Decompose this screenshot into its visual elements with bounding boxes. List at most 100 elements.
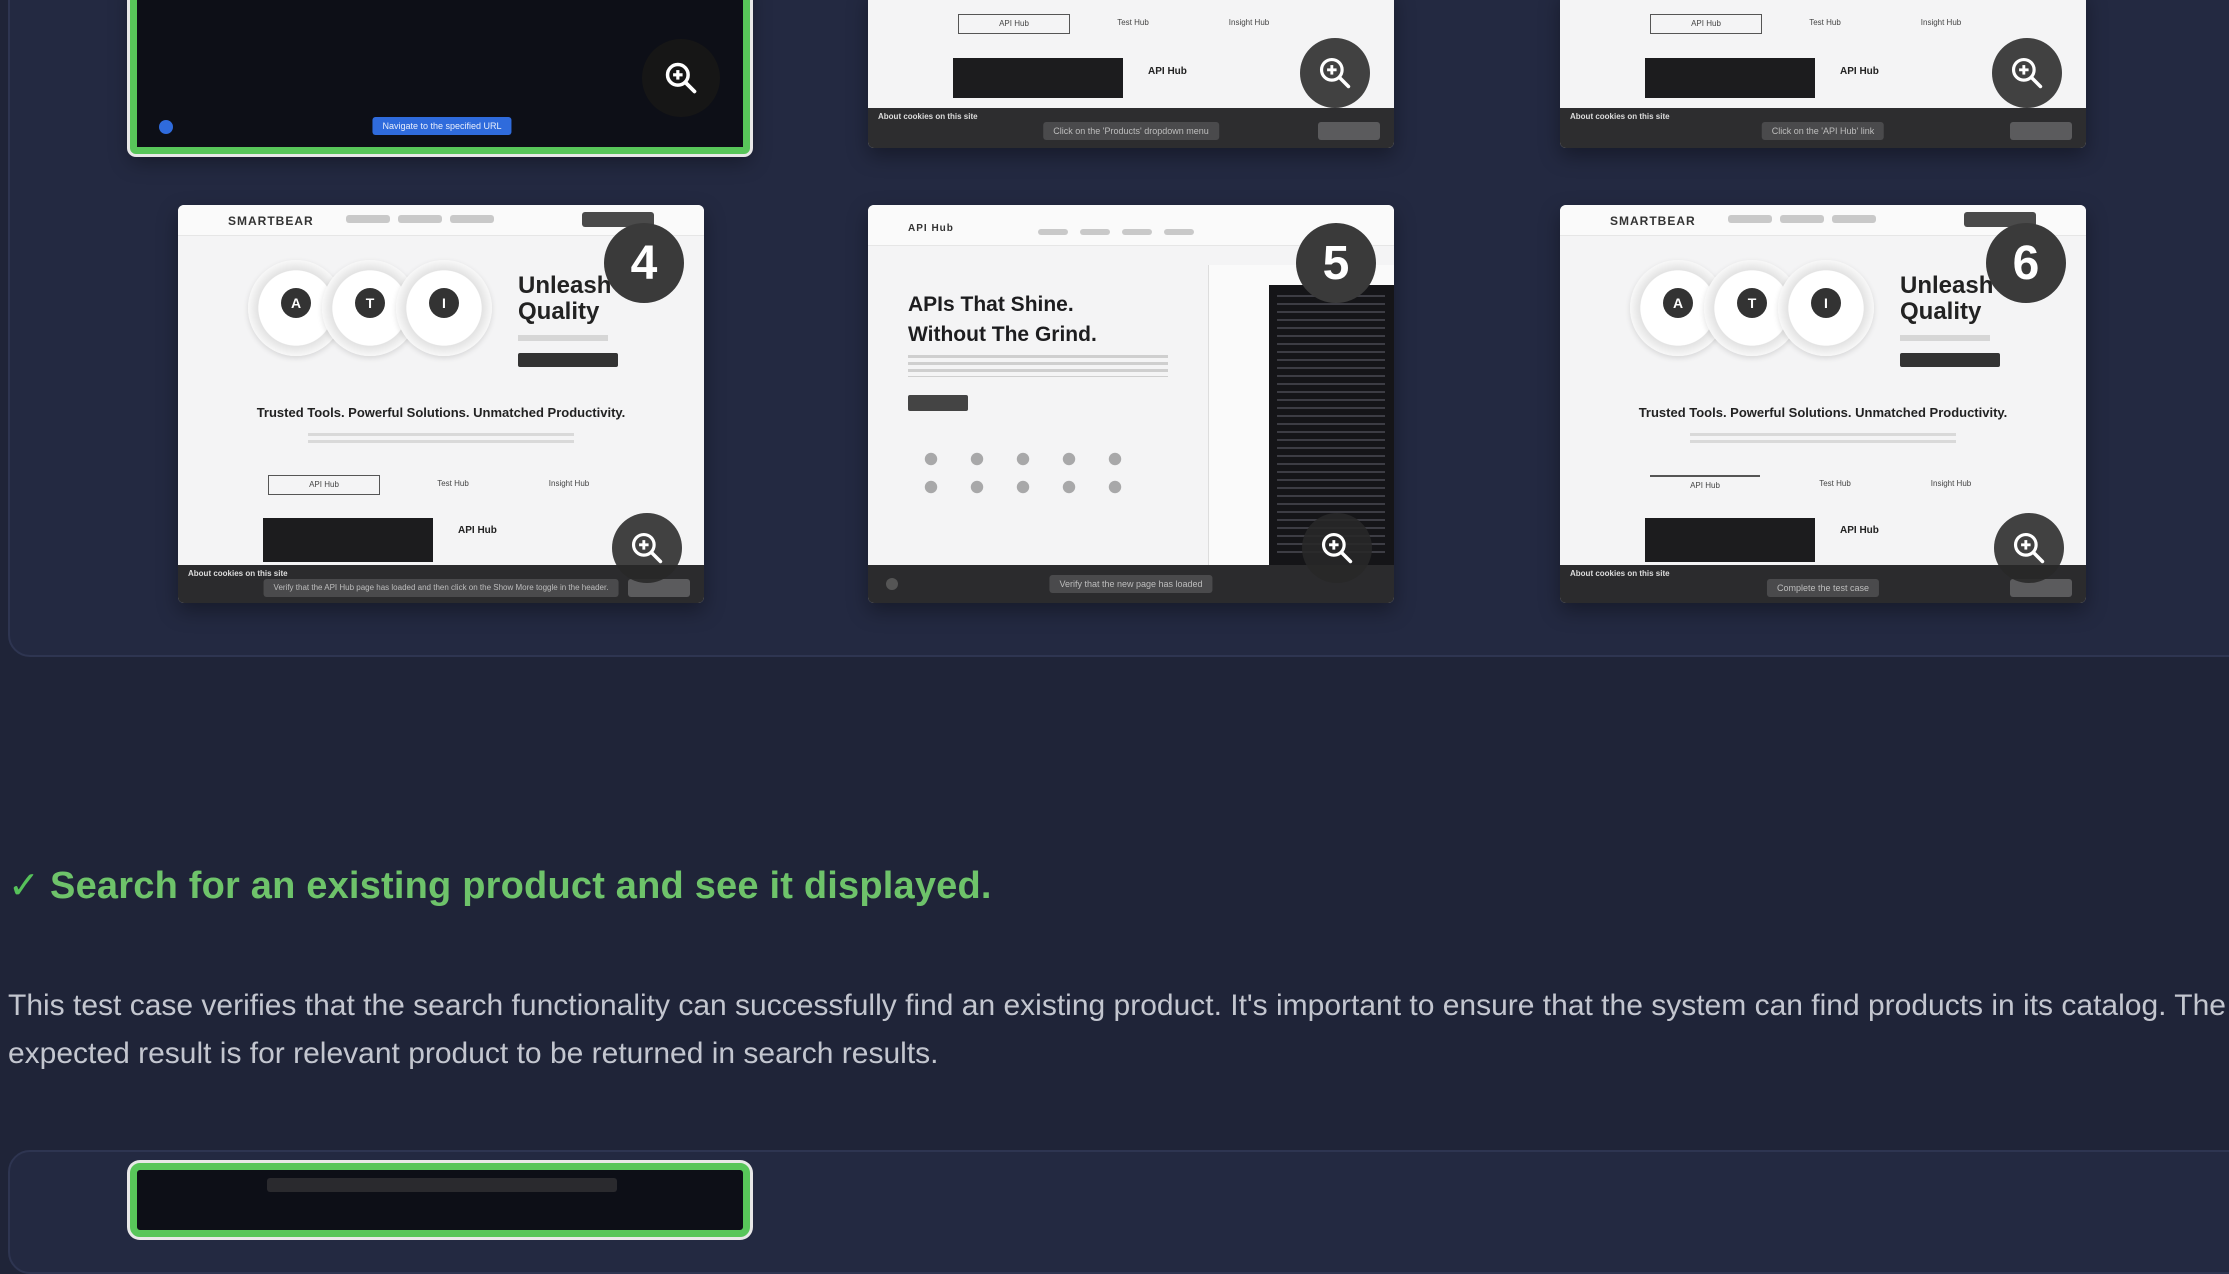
zoom-button[interactable] [1302, 513, 1372, 583]
tab-insight-hub: Insight Hub [1228, 18, 1270, 27]
ring-letter: A [1663, 288, 1693, 318]
preview-image [1645, 518, 1815, 562]
tab-insight-hub: Insight Hub [548, 479, 590, 488]
zoom-in-icon [1319, 57, 1351, 89]
test-case-title-text: Search for an existing product and see i… [50, 865, 992, 907]
nav-item [346, 215, 390, 223]
check-icon: ✓ [8, 865, 41, 907]
zoom-in-icon [631, 532, 663, 564]
step-caption: Verify that the API Hub page has loaded … [263, 579, 619, 597]
zoom-button[interactable] [642, 39, 720, 117]
ring-letter: T [355, 288, 385, 318]
tab-api-hub: API Hub [1650, 475, 1760, 495]
preview-image [1645, 58, 1815, 98]
zoom-in-icon [1321, 532, 1353, 564]
nav-item [450, 215, 494, 223]
test-case-title: ✓ Search for an existing product and see … [8, 863, 992, 908]
zoom-button[interactable] [1992, 38, 2062, 108]
nav-item [1122, 229, 1152, 235]
step-indicator-dot [159, 120, 173, 134]
step-caption: Complete the test case [1766, 579, 1880, 597]
hero-cta-button [518, 353, 618, 367]
site-logo: SMARTBEAR [228, 214, 314, 228]
screenshot-thumbnail-active[interactable] [130, 1163, 750, 1237]
browser-address-bar [267, 1178, 617, 1192]
screenshot-thumbnail-step-6[interactable]: SMARTBEAR A T I Unleash Quality Trusted … [1560, 205, 2086, 603]
nav-item [1080, 229, 1110, 235]
zoom-in-icon [2011, 57, 2043, 89]
ring-letter: A [281, 288, 311, 318]
preview-image [263, 518, 433, 562]
product-tabs: API Hub Test Hub Insight Hub [1650, 14, 1996, 34]
nav-item [1780, 215, 1824, 223]
tab-test-hub: Test Hub [1809, 18, 1841, 27]
tab-test-hub: Test Hub [1819, 479, 1851, 488]
step-caption: Verify that the new page has loaded [1049, 575, 1213, 593]
tab-test-hub: Test Hub [1117, 18, 1149, 27]
api-hub-label: API Hub [1840, 525, 1879, 536]
cookie-banner: About cookies on this site Click on the … [1560, 108, 2086, 148]
hero-title: Unleash Quality [518, 272, 612, 325]
tab-insight-hub: Insight Hub [1930, 479, 1972, 488]
accept-cookies-button[interactable] [2010, 122, 2072, 140]
hero-subtitle [908, 355, 1168, 377]
ring-letter: I [1811, 288, 1841, 318]
step-caption: Navigate to the specified URL [372, 117, 512, 135]
zoom-in-icon [665, 62, 697, 94]
ring-insight-hub: I [396, 260, 492, 356]
hero-cta-button [908, 395, 968, 411]
nav-item [1728, 215, 1772, 223]
nav-item [398, 215, 442, 223]
hero-subtitle [1900, 335, 1990, 341]
tagline: Trusted Tools. Powerful Solutions. Unmat… [1638, 405, 2008, 420]
screenshot-thumbnail-active[interactable]: Navigate to the specified URL [130, 0, 750, 154]
zoom-button[interactable] [1994, 513, 2064, 583]
hero-title: Unleash Quality [1900, 272, 1994, 325]
tagline-body [308, 433, 574, 447]
screenshot-thumbnail[interactable]: API Hub Test Hub Insight Hub API Hub Abo… [1560, 0, 2086, 148]
product-tabs: API Hub Test Hub Insight Hub [268, 475, 614, 495]
accept-cookies-button[interactable] [1318, 122, 1380, 140]
tab-api-hub: API Hub [958, 14, 1070, 34]
tab-api-hub: API Hub [268, 475, 380, 495]
zoom-in-icon [2013, 532, 2045, 564]
product-tabs: API Hub Test Hub Insight Hub [958, 14, 1304, 34]
code-editor-preview [1208, 265, 1394, 565]
cookie-banner: About cookies on this site Click on the … [868, 108, 1394, 148]
step-number-badge: 5 [1296, 223, 1376, 303]
api-hub-label: API Hub [1840, 66, 1879, 77]
tab-api-hub: API Hub [1650, 14, 1762, 34]
step-number-badge: 4 [604, 223, 684, 303]
api-hub-label: API Hub [1148, 66, 1187, 77]
nav-item [1164, 229, 1194, 235]
tagline: Trusted Tools. Powerful Solutions. Unmat… [256, 405, 626, 420]
zoom-button[interactable] [1300, 38, 1370, 108]
nav-item [1038, 229, 1068, 235]
hero-title: APIs That Shine. Without The Grind. [908, 293, 1097, 346]
product-tabs: API Hub Test Hub Insight Hub [1650, 475, 1996, 493]
cookie-title: About cookies on this site [878, 112, 978, 121]
screenshot-thumbnail[interactable]: API Hub Test Hub Insight Hub API Hub Abo… [868, 0, 1394, 148]
screenshot-thumbnail-step-4[interactable]: SMARTBEAR A T I Unleash Quality Trusted … [178, 205, 704, 603]
cookie-title: About cookies on this site [1570, 112, 1670, 121]
screenshot-thumbnail-step-5[interactable]: API Hub APIs That Shine. Without The Gri… [868, 205, 1394, 603]
site-logo: API Hub [908, 223, 954, 234]
step-caption: Click on the 'Products' dropdown menu [1043, 122, 1219, 140]
api-hub-label: API Hub [458, 525, 497, 536]
step-caption: Click on the 'API Hub' link [1761, 122, 1885, 140]
nav-item [1832, 215, 1876, 223]
cookie-title: About cookies on this site [188, 569, 288, 578]
test-case-description: This test case verifies that the search … [8, 989, 2226, 1070]
step-number-badge: 6 [1986, 223, 2066, 303]
zoom-button[interactable] [612, 513, 682, 583]
cookie-title: About cookies on this site [1570, 569, 1670, 578]
step-indicator-dot [886, 578, 898, 590]
hero-cta-button [1900, 353, 2000, 367]
tagline-body [1690, 433, 1956, 447]
ring-letter: T [1737, 288, 1767, 318]
ring-letter: I [429, 288, 459, 318]
ring-insight-hub: I [1778, 260, 1874, 356]
site-logo: SMARTBEAR [1610, 214, 1696, 228]
tab-test-hub: Test Hub [437, 479, 469, 488]
preview-image [953, 58, 1123, 98]
